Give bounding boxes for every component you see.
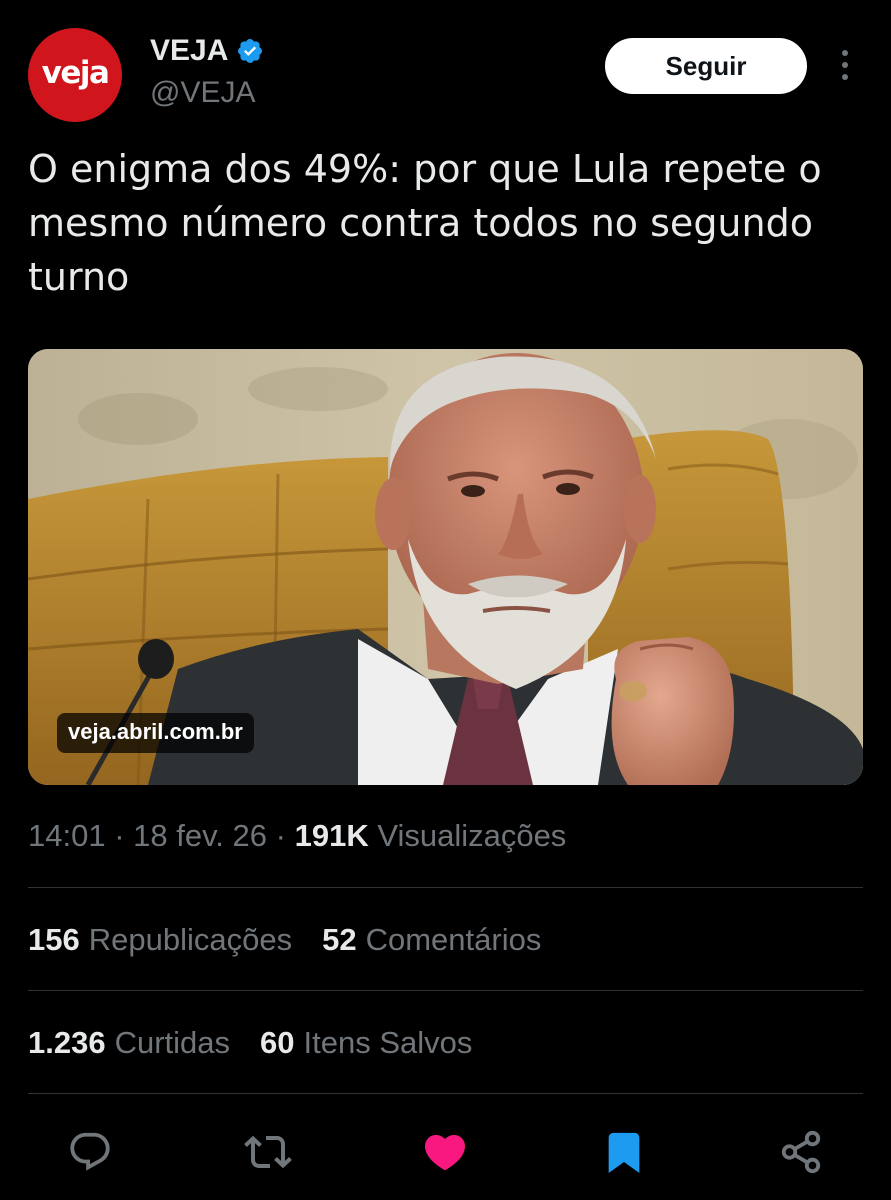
- divider: [28, 990, 863, 991]
- likes-stat[interactable]: 1.236 Curtidas: [28, 1025, 230, 1061]
- divider: [28, 1093, 863, 1094]
- reposts-stat[interactable]: 156 Republicações: [28, 922, 292, 958]
- tweet-time[interactable]: 14:01: [28, 818, 106, 853]
- share-icon[interactable]: [777, 1128, 825, 1176]
- views-label: Visualizações: [377, 818, 567, 853]
- saves-count: 60: [260, 1025, 295, 1060]
- meta-separator: ·: [114, 818, 125, 853]
- author-display-name[interactable]: VEJA: [150, 34, 228, 68]
- verified-badge-icon: [236, 37, 264, 65]
- engagement-stats-row-1: 156 Republicações 52 Comentários: [28, 922, 541, 958]
- saves-label: Itens Salvos: [303, 1025, 473, 1060]
- author-handle[interactable]: @VEJA: [150, 76, 255, 110]
- avatar[interactable]: veja: [28, 28, 122, 122]
- follow-button[interactable]: Seguir: [605, 38, 807, 94]
- reposts-count: 156: [28, 922, 80, 957]
- saves-stat[interactable]: 60 Itens Salvos: [260, 1025, 472, 1061]
- divider: [28, 887, 863, 888]
- reposts-label: Republicações: [88, 922, 293, 957]
- comments-stat[interactable]: 52 Comentários: [322, 922, 541, 958]
- avatar-logo-text: veja: [41, 55, 110, 91]
- tweet-detail: veja VEJA @VEJA Seguir O enigma dos 49%:…: [0, 0, 891, 1200]
- meta-separator: ·: [275, 818, 286, 853]
- tweet-metadata: 14:01 · 18 fev. 26 · 191K Visualizações: [28, 818, 566, 854]
- repost-icon[interactable]: [244, 1128, 292, 1176]
- tweet-photo[interactable]: veja.abril.com.br: [28, 349, 863, 785]
- views-count: 191K: [294, 818, 369, 853]
- likes-label: Curtidas: [114, 1025, 231, 1060]
- tweet-text: O enigma dos 49%: por que Lula repete o …: [28, 147, 822, 299]
- like-icon[interactable]: [421, 1128, 469, 1176]
- bookmark-icon[interactable]: [600, 1128, 648, 1176]
- likes-count: 1.236: [28, 1025, 106, 1060]
- tweet-date[interactable]: 18 fev. 26: [133, 818, 267, 853]
- engagement-stats-row-2: 1.236 Curtidas 60 Itens Salvos: [28, 1025, 472, 1061]
- author-name-row[interactable]: VEJA: [150, 34, 264, 68]
- comments-label: Comentários: [365, 922, 542, 957]
- media-domain-label: veja.abril.com.br: [57, 713, 254, 753]
- more-options-icon[interactable]: [834, 48, 856, 82]
- reply-icon[interactable]: [66, 1128, 114, 1176]
- comments-count: 52: [322, 922, 357, 957]
